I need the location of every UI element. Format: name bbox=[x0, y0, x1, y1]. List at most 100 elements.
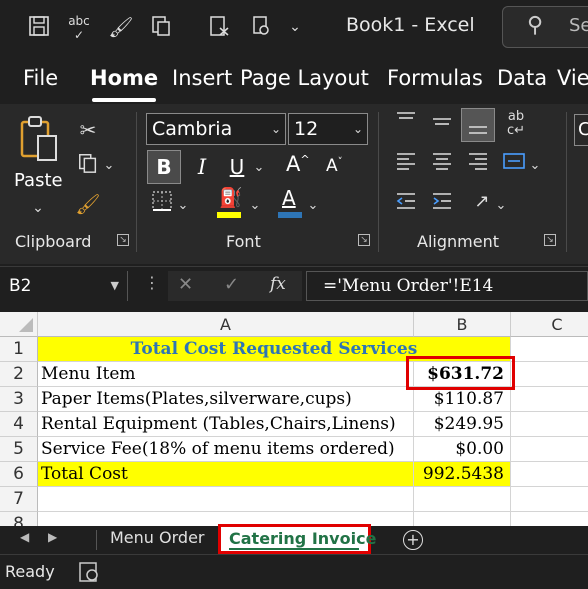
align-bottom-button[interactable] bbox=[461, 108, 495, 142]
cell-c8[interactable] bbox=[511, 512, 588, 526]
bold-button[interactable]: B bbox=[147, 150, 181, 184]
more-options-icon[interactable]: ⋮ bbox=[144, 273, 160, 292]
tab-formulas[interactable]: Formulas bbox=[387, 66, 483, 90]
underline-dropdown-icon[interactable]: ⌄ bbox=[252, 154, 266, 182]
font-color-dropdown-icon[interactable]: ⌄ bbox=[306, 192, 320, 220]
column-header-c[interactable]: C bbox=[511, 312, 588, 337]
print-preview-icon[interactable] bbox=[206, 14, 232, 40]
cell-c7[interactable] bbox=[511, 487, 588, 512]
decrease-indent-icon[interactable] bbox=[392, 190, 420, 218]
name-box[interactable]: B2 ▼ bbox=[0, 271, 128, 301]
enter-icon[interactable]: ✓ bbox=[224, 274, 239, 295]
merge-center-icon[interactable] bbox=[500, 150, 528, 178]
row-header[interactable]: 5 bbox=[0, 437, 38, 462]
cell-a6[interactable]: Total Cost bbox=[38, 462, 414, 487]
formula-input[interactable]: ='Menu Order'!E14 bbox=[306, 271, 588, 301]
number-format-select[interactable]: C bbox=[574, 114, 588, 146]
align-left-icon[interactable] bbox=[392, 150, 420, 178]
copy-icon[interactable] bbox=[148, 14, 174, 40]
grow-font-button[interactable]: A^ bbox=[286, 152, 310, 176]
copy-dropdown-icon[interactable]: ⌄ bbox=[102, 152, 116, 180]
cell-a3[interactable]: Paper Items(Plates,silverware,cups) bbox=[38, 387, 414, 412]
add-sheet-button[interactable]: + bbox=[403, 530, 423, 550]
italic-button[interactable]: I bbox=[190, 150, 214, 184]
paste-dropdown-icon[interactable]: ⌄ bbox=[24, 194, 52, 222]
tab-view[interactable]: Vie bbox=[557, 66, 588, 90]
column-header-b[interactable]: B bbox=[414, 312, 511, 337]
cell-c1[interactable] bbox=[511, 337, 588, 362]
cell-a4[interactable]: Rental Equipment (Tables,Chairs,Linens) bbox=[38, 412, 414, 437]
save-icon[interactable] bbox=[26, 14, 52, 40]
cell-a2[interactable]: Menu Item bbox=[38, 362, 414, 387]
borders-dropdown-icon[interactable]: ⌄ bbox=[176, 192, 190, 220]
font-color-button[interactable]: A bbox=[276, 186, 304, 220]
orientation-icon[interactable]: ↗ bbox=[468, 188, 496, 216]
cell-b3[interactable]: $110.87 bbox=[414, 387, 511, 412]
cell-c2[interactable] bbox=[511, 362, 588, 387]
paste-button[interactable]: Paste bbox=[14, 170, 63, 191]
clipboard-launcher-icon[interactable]: ↘ bbox=[117, 234, 129, 246]
align-center-icon[interactable] bbox=[428, 150, 456, 178]
cell-c5[interactable] bbox=[511, 437, 588, 462]
cell-b4[interactable]: $249.95 bbox=[414, 412, 511, 437]
search-box[interactable]: ⚲ Se bbox=[502, 6, 588, 48]
paste-icon[interactable] bbox=[18, 114, 62, 164]
cancel-icon[interactable]: ✕ bbox=[178, 274, 193, 295]
select-all-corner[interactable] bbox=[0, 312, 38, 337]
increase-indent-icon[interactable] bbox=[428, 190, 456, 218]
cell-c3[interactable] bbox=[511, 387, 588, 412]
cut-icon[interactable]: ✂ bbox=[74, 116, 102, 144]
cell-c4[interactable] bbox=[511, 412, 588, 437]
insert-function-icon[interactable]: fx bbox=[270, 274, 286, 294]
cell-b8[interactable] bbox=[414, 512, 511, 526]
tab-insert[interactable]: Insert bbox=[172, 66, 232, 90]
chevron-down-icon[interactable]: ⌄ bbox=[282, 14, 308, 40]
underline-button[interactable]: U bbox=[226, 150, 248, 184]
cell-a7[interactable] bbox=[38, 487, 414, 512]
cell-b7[interactable] bbox=[414, 487, 511, 512]
column-header-a[interactable]: A bbox=[38, 312, 414, 337]
cell-c6[interactable] bbox=[511, 462, 588, 487]
merge-dropdown-icon[interactable]: ⌄ bbox=[528, 152, 542, 180]
format-painter-icon[interactable]: 🖌 bbox=[108, 14, 134, 40]
font-size-select[interactable]: 12 ⌄ bbox=[288, 113, 368, 145]
alignment-launcher-icon[interactable]: ↘ bbox=[544, 234, 556, 246]
row-header[interactable]: 2 bbox=[0, 362, 38, 387]
format-painter-button-icon[interactable]: 🖌 bbox=[74, 190, 102, 218]
align-right-icon[interactable] bbox=[464, 150, 492, 178]
font-launcher-icon[interactable]: ↘ bbox=[358, 234, 370, 246]
align-middle-icon[interactable] bbox=[428, 110, 456, 138]
tab-file[interactable]: File bbox=[23, 66, 58, 90]
more-icon[interactable] bbox=[248, 14, 274, 40]
fill-color-dropdown-icon[interactable]: ⌄ bbox=[248, 192, 262, 220]
row-header[interactable]: 7 bbox=[0, 487, 38, 512]
row-header[interactable]: 3 bbox=[0, 387, 38, 412]
scroll-right-icon[interactable]: ▶ bbox=[48, 530, 57, 544]
spelling-icon[interactable]: abc ✓ bbox=[66, 14, 92, 42]
sheet-tab-catering-invoice[interactable]: Catering Invoice bbox=[218, 524, 376, 554]
cell-b6[interactable]: 992.5438 bbox=[414, 462, 511, 487]
cell-b2[interactable]: $631.72 bbox=[414, 362, 511, 387]
shrink-font-button[interactable]: A˅ bbox=[326, 156, 343, 176]
row-header[interactable]: 4 bbox=[0, 412, 38, 437]
accessibility-icon[interactable] bbox=[78, 561, 100, 587]
borders-icon[interactable] bbox=[148, 190, 176, 218]
tab-page-layout[interactable]: Page Layout bbox=[240, 66, 369, 90]
fill-color-button[interactable]: ⛽ bbox=[215, 186, 243, 220]
row-header[interactable]: 6 bbox=[0, 462, 38, 487]
cell-b5[interactable]: $0.00 bbox=[414, 437, 511, 462]
copy-button-icon[interactable] bbox=[74, 152, 102, 180]
wrap-text-icon[interactable]: ab c↵ bbox=[502, 110, 530, 138]
orientation-dropdown-icon[interactable]: ⌄ bbox=[494, 192, 508, 220]
cell-a5[interactable]: Service Fee(18% of menu items ordered) bbox=[38, 437, 414, 462]
table-title-cell[interactable]: Total Cost Requested Services bbox=[38, 337, 511, 362]
font-name-select[interactable]: Cambria ⌄ bbox=[146, 113, 286, 145]
sheet-tab-menu-order[interactable]: Menu Order bbox=[110, 528, 204, 547]
align-top-icon[interactable] bbox=[392, 110, 420, 138]
row-header[interactable]: 8 bbox=[0, 512, 38, 526]
row-header[interactable]: 1 bbox=[0, 337, 38, 362]
scroll-left-icon[interactable]: ◀ bbox=[20, 530, 29, 544]
tab-data[interactable]: Data bbox=[497, 66, 547, 90]
tab-home[interactable]: Home bbox=[90, 66, 158, 90]
name-box-dropdown-icon: ▼ bbox=[110, 279, 119, 292]
